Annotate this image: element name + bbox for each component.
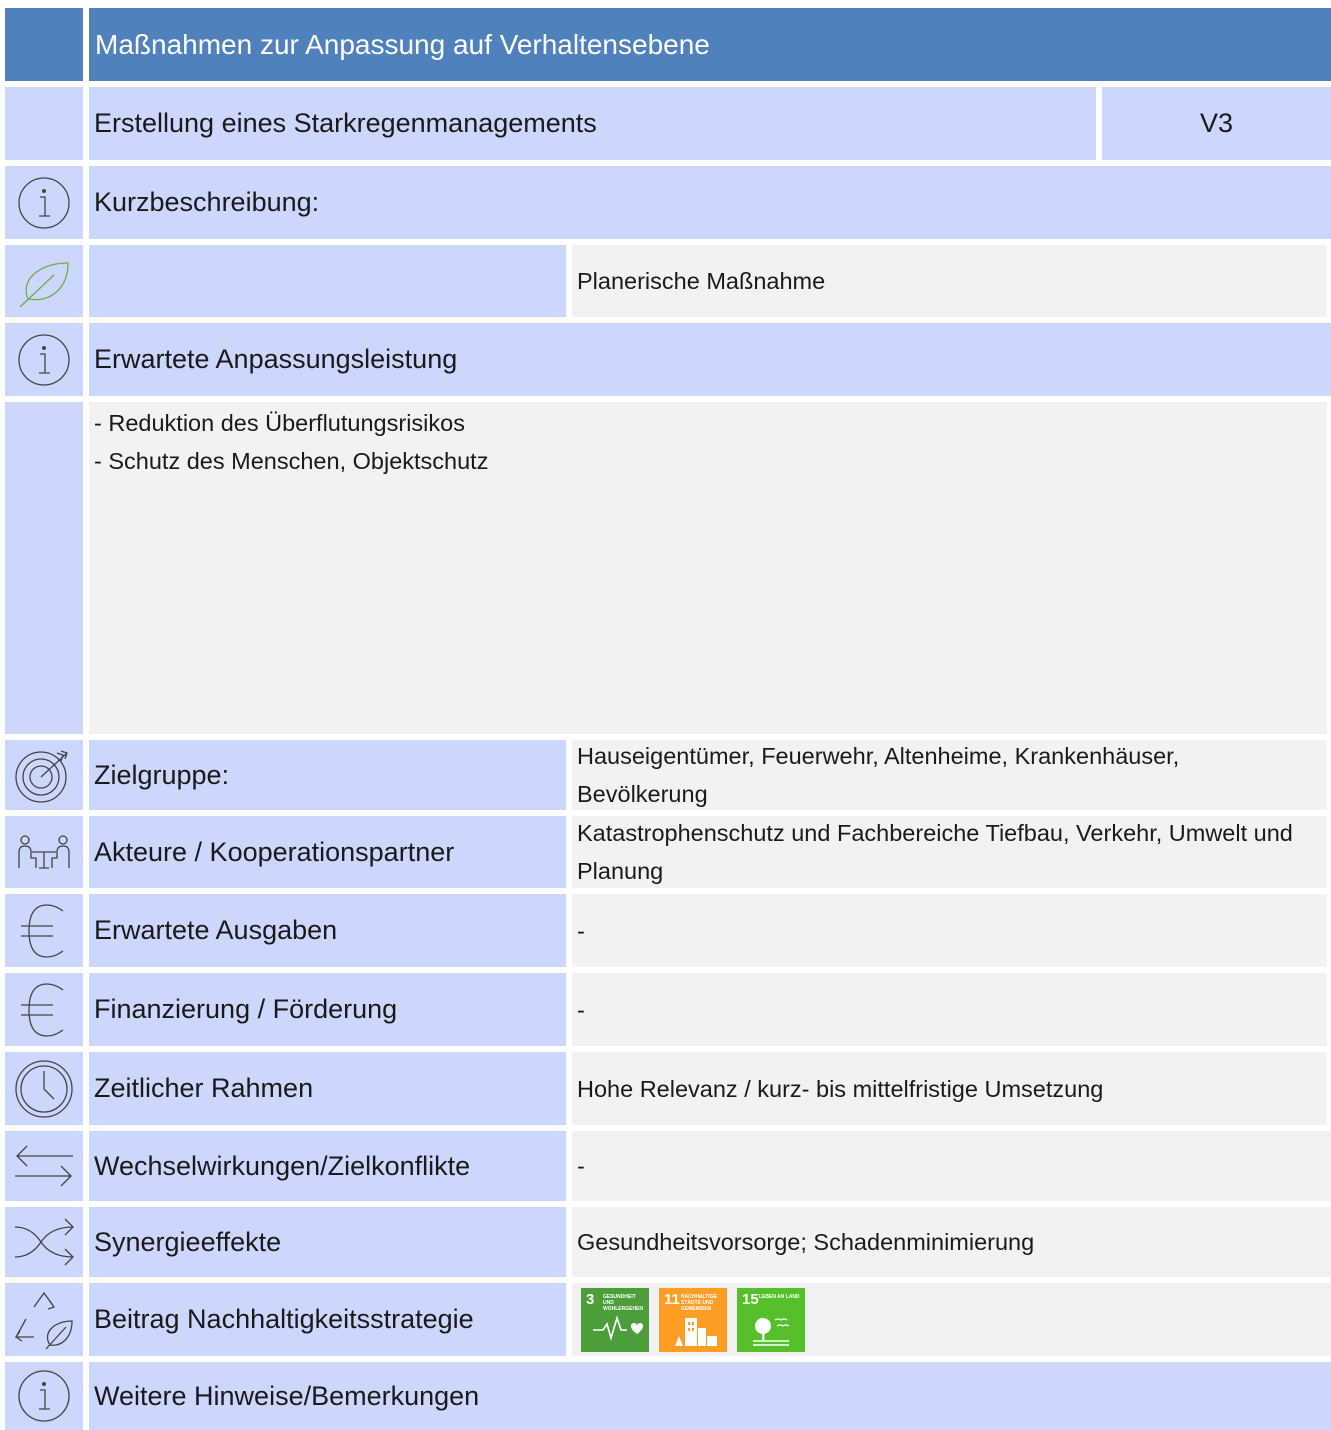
recycle-leaf-icon [14,1291,73,1349]
timeframe-value: Hohe Relevanz / kurz- bis mittelfristige… [572,1052,1327,1125]
arrows-left-right-icon [15,1145,73,1187]
timeframe-label: Zeitlicher Rahmen [89,1052,566,1125]
sdg-goal-3: 3 Gesundheit und Wohlergehen [581,1287,649,1352]
info-icon [18,1370,70,1422]
target-icon [15,750,68,803]
info-icon-cell-3 [5,1362,83,1430]
target-group-label: Zielgruppe: [89,740,566,810]
euro-icon [21,982,64,1037]
clock-icon [15,1059,73,1118]
synergies-value: Gesundheitsvorsorge; Schadenminimierung [572,1207,1331,1277]
leaf-icon [19,262,69,308]
header-icon-cell [5,8,83,81]
costs-icon-cell [5,894,83,967]
heartbeat-icon [593,1314,643,1341]
expected-costs-label: Erwartete Ausgaben [89,894,566,967]
timeframe-icon-cell [5,1052,83,1125]
financing-icon-cell [5,973,83,1046]
target-group-value: Hauseigentümer, Feuerwehr, Altenheime, K… [572,740,1327,810]
interactions-label: Wechselwirkungen/Zielkonflikte [89,1131,566,1201]
actors-value: Katastrophenschutz und Fachbereiche Tief… [572,816,1327,888]
remarks-label: Weitere Hinweise/Bemerkungen [89,1362,1331,1430]
financing-label: Finanzierung / Förderung [89,973,566,1046]
financing-value: - [572,973,1327,1046]
target-icon-cell [5,740,83,810]
sdg-goal-11: 11 Nachhaltige Städte und Gemeinden [659,1287,727,1352]
sustainability-icon-cell [5,1283,83,1356]
measure-icon-cell [5,87,83,160]
leaf-icon-cell [5,245,83,317]
info-icon [18,333,70,386]
city-icon [675,1317,717,1346]
page-title: Maßnahmen zur Anpassung auf Verhaltenseb… [89,8,1331,81]
interactions-icon-cell [5,1131,83,1201]
sdg-goals: 3 Gesundheit und Wohlergehen 11 Nachhalt… [572,1283,1331,1356]
tree-bird-icon [753,1317,790,1346]
list-item: - Reduktion des Überflutungsrisikos [94,410,465,436]
sdg-goal-15: 15 Leben an Land [737,1287,805,1352]
category-label-cell [89,245,566,317]
actors-icon-cell [5,816,83,888]
meeting-people-icon [18,835,70,869]
category-value: Planerische Maßnahme [572,245,1327,317]
sustainability-label: Beitrag Nachhaltigkeitsstrategie [89,1283,566,1356]
actors-label: Akteure / Kooperationspartner [89,816,566,888]
info-icon-cell [5,166,83,239]
info-icon [18,176,70,229]
measure-title: Erstellung eines Starkregenmanagements [89,87,1096,160]
euro-icon [21,903,64,958]
short-description-label: Kurzbeschreibung: [89,166,1331,239]
performance-list: - Reduktion des Überflutungsrisikos - Sc… [89,402,1327,734]
interactions-value: - [572,1131,1331,1201]
shuffle-icon [14,1218,74,1266]
expected-costs-value: - [572,894,1327,967]
expected-performance-label: Erwartete Anpassungsleistung [89,323,1331,396]
performance-icon-cell [5,402,83,734]
list-item: - Schutz des Menschen, Objektschutz [94,448,489,474]
measure-code: V3 [1102,87,1331,160]
synergies-label: Synergieeffekte [89,1207,566,1277]
synergies-icon-cell [5,1207,83,1277]
info-icon-cell-2 [5,323,83,396]
